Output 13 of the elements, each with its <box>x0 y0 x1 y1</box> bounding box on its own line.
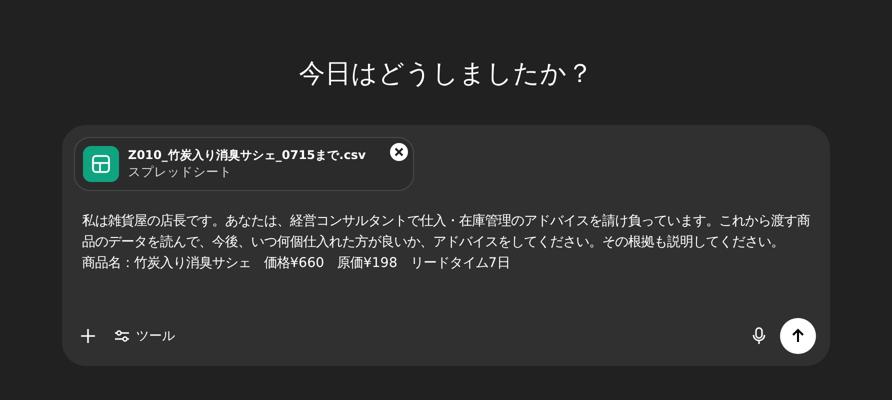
close-button[interactable] <box>390 143 408 161</box>
file-type: スプレッドシート <box>128 164 233 181</box>
message-field[interactable]: 私は雑貨屋の店長です。あなたは、経営コンサルタントで仕入・在庫管理のアドバイスを請け負っています。これから渡す商品のデータを読んで、今後、いつ何個仕入れた方が良いか、アドバイスをしてください。その根拠も説明してください。 商品名：竹炭入り消臭サシェ 価格¥660 原価¥198 リードタイム7日 <box>82 211 816 318</box>
spreadsheet-icon <box>83 146 119 182</box>
microphone-icon <box>752 327 766 345</box>
sliders-icon <box>114 329 130 343</box>
page-heading: 今日はどうしましたか？ <box>299 58 593 91</box>
file-name: Z010_竹炭入り消臭サシェ_0715まで.csv <box>128 147 366 164</box>
plus-icon <box>80 328 96 344</box>
tools-button[interactable]: ツール <box>110 323 179 349</box>
arrow-up-icon <box>790 328 806 344</box>
close-icon <box>394 147 404 157</box>
send-button[interactable] <box>780 318 816 354</box>
